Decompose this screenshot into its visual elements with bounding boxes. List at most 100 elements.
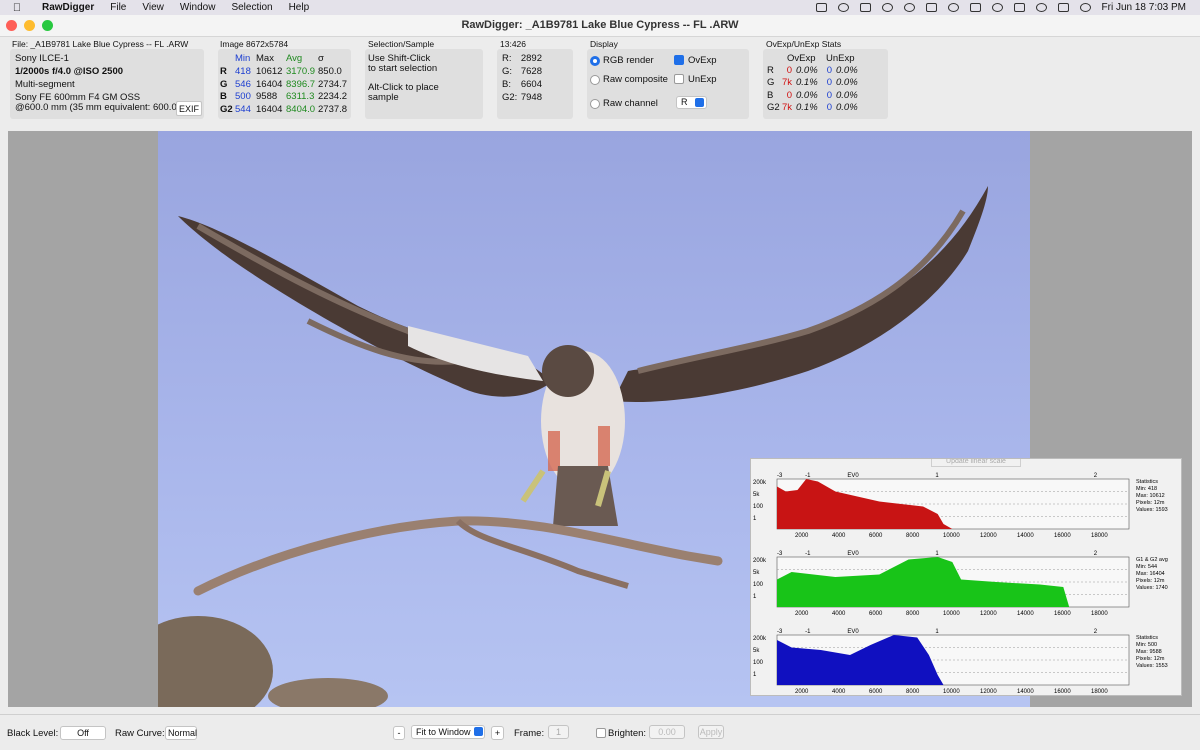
exif-button[interactable]: EXIF (176, 101, 202, 116)
image-stat-cell: 6311.3 (286, 91, 315, 102)
unexp-checkbox[interactable] (674, 74, 684, 84)
apply-button[interactable]: Apply (698, 725, 724, 739)
update-linear-scale-button[interactable]: Update linear scale (931, 459, 1021, 467)
x-tick-label: 16000 (1054, 689, 1071, 695)
cursor-channel-value: 7628 (520, 66, 542, 77)
col-max: Max (256, 53, 274, 64)
menu-selection[interactable]: Selection (231, 2, 272, 13)
stats-col-unexp: UnExp (826, 53, 855, 64)
x-tick-label: 10000 (943, 689, 960, 695)
image-stat-cell: R (220, 66, 227, 77)
apple-icon[interactable]:  (8, 2, 26, 14)
menubar-clock[interactable]: Fri Jun 18 7:03 PM (1102, 2, 1186, 13)
display-icon[interactable] (925, 3, 937, 12)
ev-tick-label: -3 (777, 629, 783, 635)
x-tick-label: 10000 (943, 611, 960, 617)
cursor-channel-label: G: (502, 66, 513, 77)
stats-channel: G (767, 77, 775, 89)
ev-tick-label: -1 (805, 551, 811, 557)
time-machine-icon[interactable] (947, 3, 959, 12)
battery-icon[interactable] (859, 3, 871, 12)
col-min: Min (235, 53, 251, 64)
control-center-icon[interactable] (1057, 3, 1069, 12)
menu-window[interactable]: Window (180, 2, 216, 13)
channel-select-value: R (681, 97, 688, 107)
window-title: RawDigger: _A1B9781 Lake Blue Cypress --… (461, 19, 739, 31)
zoom-out-button[interactable]: - (393, 726, 405, 740)
gauge-icon[interactable] (837, 3, 849, 12)
image-stat-cell: G (220, 78, 228, 90)
histogram-stat-text: Pixels: 12m (1136, 656, 1165, 662)
ovexp-checkbox[interactable] (674, 55, 684, 65)
unexp-count: 0 (826, 77, 832, 89)
histogram-stat-text: Statistics (1136, 635, 1158, 641)
y-tick-label: 5k (753, 570, 760, 576)
zoom-in-button[interactable]: + (491, 726, 504, 740)
unexp-percent: 0.0% (836, 89, 858, 101)
x-tick-label: 8000 (906, 533, 920, 539)
x-tick-label: 18000 (1091, 533, 1108, 539)
x-tick-label: 14000 (1017, 689, 1034, 695)
ovexp-label: OvExp (688, 55, 717, 66)
y-tick-label: 1 (753, 594, 757, 600)
histogram-stat-text: Statistics (1136, 479, 1158, 485)
col-sigma: σ (318, 53, 324, 64)
image-stat-cell: 2734.7 (318, 78, 348, 90)
y-tick-label: 100 (753, 660, 764, 666)
image-stat-cell: 2234.2 (318, 91, 348, 102)
unexp-count: 0 (826, 101, 832, 113)
raw-channel-radio[interactable] (590, 99, 600, 109)
ev-tick-label: -1 (805, 473, 811, 479)
cursor-channel-value: 7948 (520, 92, 542, 103)
stats-panel-header: OvExp/UnExp Stats (766, 39, 842, 49)
frame-select[interactable]: 1 (548, 725, 569, 739)
rgb-render-radio[interactable] (590, 56, 600, 66)
ovexp-count: 0 (786, 89, 792, 101)
ev-tick-label: EV0 (847, 629, 859, 635)
menu-file[interactable]: File (110, 2, 126, 13)
image-stat-cell: 544 (235, 103, 251, 115)
raw-composite-radio[interactable] (590, 75, 600, 85)
y-tick-label: 5k (753, 492, 760, 498)
menu-app[interactable]: RawDigger (42, 2, 94, 13)
search-icon[interactable] (1035, 3, 1047, 12)
selection-hint-2: to start selection (368, 63, 438, 74)
x-tick-label: 8000 (906, 611, 920, 617)
user-icon[interactable] (991, 3, 1003, 12)
ev-tick-label: 1 (935, 473, 939, 479)
sync-icon[interactable] (881, 3, 893, 12)
wifi-icon[interactable] (1013, 3, 1025, 12)
ovexp-count: 0 (786, 65, 792, 76)
ovexp-percent: 0.0% (796, 65, 818, 76)
x-tick-label: 4000 (832, 533, 846, 539)
ev-tick-label: -3 (777, 473, 783, 479)
ovexp-count: 7k (781, 101, 792, 113)
ev-tick-label: -3 (777, 551, 783, 557)
black-level-button[interactable]: Off (60, 726, 106, 740)
link-icon[interactable] (969, 3, 981, 12)
brighten-checkbox[interactable] (596, 728, 606, 738)
cursor-channel-label: R: (502, 53, 512, 64)
histogram-stat-text: Values: 1593 (1136, 507, 1168, 513)
image-stat-cell: 16404 (256, 78, 283, 90)
histogram-window[interactable]: Update linear scale -3 -1 EV0 1 2 200k 5k 100 1 2… (750, 458, 1182, 696)
siri-icon[interactable] (1079, 3, 1091, 12)
display-panel-header: Display (590, 39, 618, 49)
ev-tick-label: 2 (1094, 629, 1098, 635)
raw-curve-field[interactable]: Normal (165, 726, 197, 740)
camera-model: Sony ILCE-1 (15, 53, 69, 64)
image-stat-cell: B (220, 91, 227, 102)
x-tick-label: 10000 (943, 533, 960, 539)
image-stat-cell: 850.0 (318, 66, 342, 77)
menu-help[interactable]: Help (289, 2, 310, 13)
malwarebytes-icon[interactable] (903, 3, 915, 12)
brighten-label: Brighten: (608, 728, 647, 739)
histogram-stat-text: Values: 1553 (1136, 663, 1168, 669)
exposure-info: 1/2000s f/4.0 @ISO 2500 (15, 66, 124, 77)
menu-view[interactable]: View (142, 2, 164, 13)
x-tick-label: 2000 (795, 689, 809, 695)
histogram-stat-text: Values: 1740 (1136, 585, 1168, 591)
camera-icon[interactable] (815, 3, 827, 12)
selection-hint-4: sample (368, 92, 399, 103)
brighten-field[interactable]: 0.00 (649, 725, 685, 739)
